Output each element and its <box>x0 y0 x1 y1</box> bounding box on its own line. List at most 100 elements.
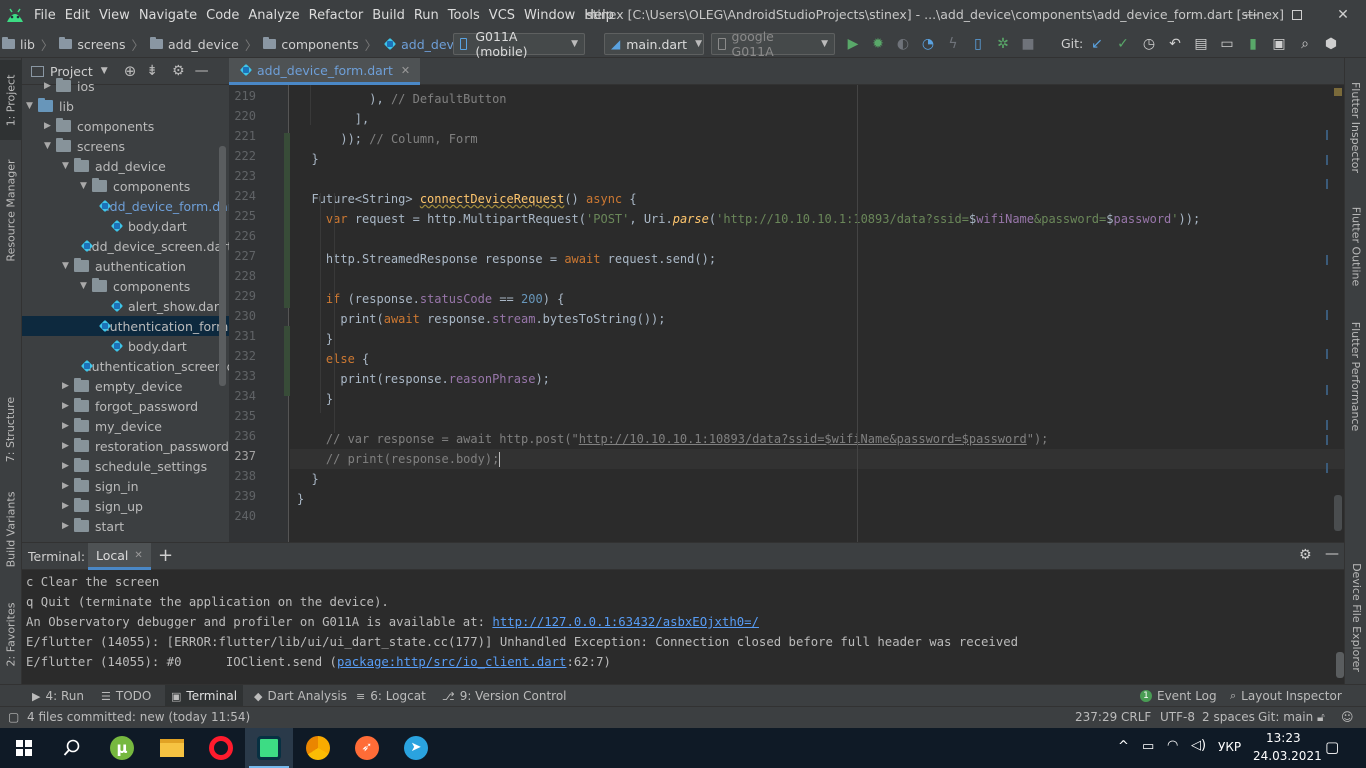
tree-folder[interactable]: ▶ restoration_password <box>22 436 229 456</box>
tab-dart-analysis[interactable]: ◆ Dart Analysis <box>254 685 347 707</box>
sdk-manager-icon[interactable]: ▭ <box>1218 35 1236 53</box>
tab-flutter-performance[interactable]: Flutter Performance <box>1345 316 1366 436</box>
menu-tools[interactable]: Tools <box>448 8 487 23</box>
status-message[interactable]: 4 files committed: new (today 11:54) <box>27 710 250 724</box>
status-toggle-icon[interactable]: ▢ <box>8 710 19 724</box>
volume-icon[interactable]: ◁) <box>1191 738 1206 753</box>
tab-resource-manager[interactable]: Resource Manager <box>0 150 22 270</box>
apply-changes-icon[interactable]: ▯ <box>969 35 987 53</box>
tab-add-device-form[interactable]: add_device_form.dart ✕ <box>229 58 421 85</box>
tree-file[interactable]: body.dart <box>22 336 229 356</box>
clock-date[interactable]: 24.03.2021 <box>1253 749 1322 763</box>
tree-folder[interactable]: ▶ my_device <box>22 416 229 436</box>
terminal-link[interactable]: http://127.0.0.1:63432/asbxEOjxth0=/ <box>492 615 759 629</box>
git-commit-icon[interactable]: ✓ <box>1114 35 1132 53</box>
tab-logcat[interactable]: ≡ 6: Logcat <box>356 685 426 707</box>
chevron-right-icon[interactable]: ▶ <box>62 381 74 391</box>
chevron-right-icon[interactable]: ▶ <box>62 521 74 531</box>
stop-icon[interactable]: ■ <box>1019 35 1037 53</box>
menu-run[interactable]: Run <box>414 8 446 23</box>
coverage-icon[interactable]: ◐ <box>894 35 912 53</box>
chevron-right-icon[interactable]: ▶ <box>62 461 74 471</box>
error-stripe-mark[interactable] <box>1326 349 1328 359</box>
chevron-down-icon[interactable]: ▼ <box>101 66 108 76</box>
error-stripe-mark[interactable] <box>1326 310 1328 320</box>
wifi-icon[interactable]: ◠ <box>1167 738 1178 753</box>
tab-todo[interactable]: ☰ TODO <box>101 685 151 707</box>
tab-event-log[interactable]: 1 Event Log <box>1140 685 1217 707</box>
taskbar-app-telegram[interactable]: ➤ <box>392 728 440 768</box>
profile-icon[interactable]: ◔ <box>919 35 937 53</box>
show-hidden-icons-icon[interactable]: ^ <box>1118 739 1129 754</box>
menu-view[interactable]: View <box>99 8 137 23</box>
action-center-icon[interactable]: ▢ <box>1325 738 1339 756</box>
tree-folder[interactable]: ▼ components <box>22 276 229 296</box>
error-stripe-mark[interactable] <box>1326 130 1328 140</box>
tab-device-file-explorer[interactable]: Device File Explorer <box>1345 552 1366 682</box>
terminal-link[interactable]: package:http/src/io_client.dart <box>337 655 567 669</box>
breadcrumb-components[interactable]: components 〉 <box>263 35 377 54</box>
new-terminal-icon[interactable]: + <box>158 545 173 566</box>
search-button[interactable] <box>48 728 96 768</box>
tab-flutter-outline[interactable]: Flutter Outline <box>1345 196 1366 296</box>
chevron-right-icon[interactable]: ▶ <box>44 121 56 131</box>
tab-build-variants[interactable]: Build Variants <box>0 484 22 574</box>
tab-project[interactable]: 1: Project <box>0 60 22 140</box>
tree-folder[interactable]: ▼ screens <box>22 136 229 156</box>
chevron-right-icon[interactable]: ▶ <box>62 441 74 451</box>
menu-analyze[interactable]: Analyze <box>248 8 306 23</box>
error-stripe-mark[interactable] <box>1326 420 1328 430</box>
search-icon[interactable]: ⌕ <box>1296 35 1314 53</box>
tree-folder[interactable]: ▼ authentication <box>22 256 229 276</box>
close-tab-icon[interactable]: ✕ <box>401 64 410 77</box>
tab-favorites[interactable]: 2: Favorites <box>0 594 22 674</box>
tab-structure[interactable]: 7: Structure <box>0 386 22 472</box>
project-structure-icon[interactable]: ▤ <box>1192 35 1210 53</box>
tree-file[interactable]: authentication_screen.dart <box>22 356 229 376</box>
menu-navigate[interactable]: Navigate <box>139 8 204 23</box>
avd-manager-icon[interactable]: ▮ <box>1244 35 1262 53</box>
tree-folder[interactable]: ▶ schedule_settings <box>22 456 229 476</box>
tree-folder[interactable]: ▶ sign_in <box>22 476 229 496</box>
device-manager-icon[interactable]: ▣ <box>1270 35 1288 53</box>
tab-flutter-inspector[interactable]: Flutter Inspector <box>1345 72 1366 182</box>
battery-icon[interactable]: ▭ <box>1142 739 1154 754</box>
hide-panel-icon[interactable]: — <box>1325 546 1339 562</box>
indent-setting[interactable]: 2 spaces <box>1202 710 1255 724</box>
lock-icon[interactable]: 🔓︎ <box>1317 710 1325 725</box>
close-tab-icon[interactable]: ✕ <box>134 550 142 561</box>
menu-vcs[interactable]: VCS <box>489 8 522 23</box>
error-stripe-mark[interactable] <box>1326 435 1328 445</box>
clock-time[interactable]: 13:23 <box>1266 731 1301 745</box>
menu-build[interactable]: Build <box>372 8 412 23</box>
close-window-button[interactable]: ✕ <box>1320 0 1366 30</box>
tree-folder[interactable]: ▶ ios <box>22 76 229 96</box>
menu-refactor[interactable]: Refactor <box>309 8 371 23</box>
chevron-down-icon[interactable]: ▼ <box>26 101 38 111</box>
tree-folder[interactable]: ▶ sign_up <box>22 496 229 516</box>
git-branch[interactable]: Git: main <box>1258 710 1313 724</box>
maximize-button[interactable] <box>1274 0 1320 30</box>
error-stripe-mark[interactable] <box>1326 179 1328 189</box>
chevron-right-icon[interactable]: ▶ <box>44 81 56 91</box>
tree-folder[interactable]: ▶ components <box>22 116 229 136</box>
chevron-right-icon[interactable]: ▶ <box>62 421 74 431</box>
error-stripe-mark[interactable] <box>1326 385 1328 395</box>
tree-folder[interactable]: ▼ components <box>22 176 229 196</box>
inspection-status-icon[interactable] <box>1334 88 1342 96</box>
taskbar-app-postman[interactable]: ➶ <box>343 728 391 768</box>
history-icon[interactable]: ◷ <box>1140 35 1158 53</box>
tree-folder[interactable]: ▼ add_device <box>22 156 229 176</box>
terminal-scrollbar[interactable] <box>1336 652 1344 678</box>
taskbar-app-utorrent[interactable]: µ <box>98 728 146 768</box>
terminal-tab-local[interactable]: Local ✕ <box>88 543 151 570</box>
chevron-down-icon[interactable]: ▼ <box>62 261 74 271</box>
editor-scrollbar[interactable] <box>1334 495 1342 531</box>
tab-layout-inspector[interactable]: ⌕ Layout Inspector <box>1230 685 1342 707</box>
tree-folder[interactable]: ▼ lib <box>22 96 229 116</box>
git-update-icon[interactable]: ↙ <box>1088 35 1106 53</box>
menu-code[interactable]: Code <box>206 8 246 23</box>
menu-edit[interactable]: Edit <box>65 8 97 23</box>
taskbar-app-opera[interactable] <box>197 728 245 768</box>
hot-reload-icon[interactable]: ϟ <box>944 35 962 53</box>
